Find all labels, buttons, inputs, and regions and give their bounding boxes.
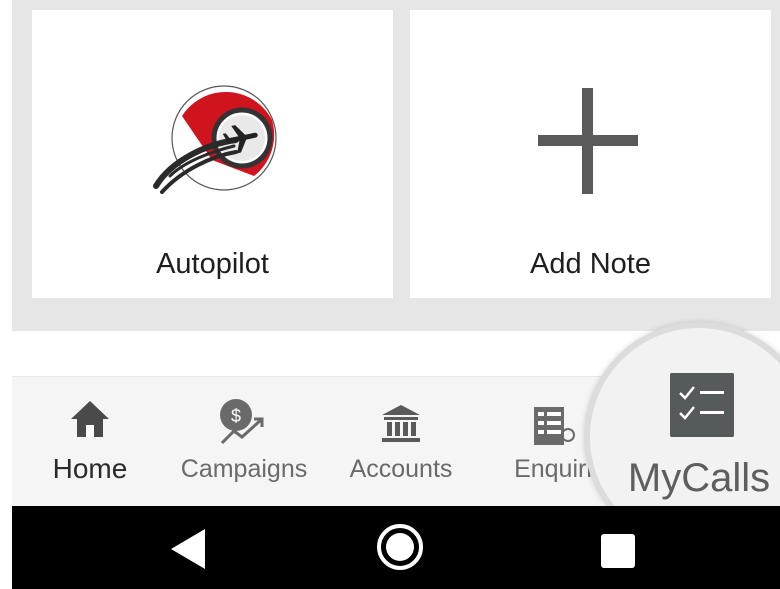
airplane-logo-icon (153, 85, 277, 194)
home-circle-icon[interactable] (377, 524, 423, 570)
back-icon[interactable] (167, 526, 213, 572)
nav-label-campaigns: Campaigns (180, 455, 308, 483)
svg-text:$: $ (231, 406, 241, 426)
system-navigation-bar (12, 506, 780, 589)
nav-label-home: Home (52, 453, 128, 484)
money-growth-icon: $ (220, 399, 264, 445)
list-icon (534, 407, 575, 445)
nav-label-mycalls: MyCalls (627, 456, 771, 500)
autopilot-label: Autopilot (156, 248, 269, 280)
nav-label-accounts: Accounts (349, 455, 453, 483)
nav-item-campaigns[interactable]: $ Campaigns (174, 377, 314, 506)
plus-icon (538, 88, 638, 194)
add-note-tile[interactable]: Add Note (410, 10, 771, 298)
nav-item-home[interactable]: Home (30, 377, 150, 506)
home-icon (71, 401, 109, 437)
recents-icon[interactable] (601, 534, 635, 568)
main-content: Autopilot Add Note Home $ Campaigns Acco… (12, 0, 780, 506)
nav-item-accounts[interactable]: Accounts (340, 377, 462, 506)
bank-icon (382, 405, 420, 442)
checklist-icon (670, 373, 734, 437)
autopilot-tile[interactable]: Autopilot (32, 10, 393, 298)
add-note-label: Add Note (530, 248, 651, 280)
